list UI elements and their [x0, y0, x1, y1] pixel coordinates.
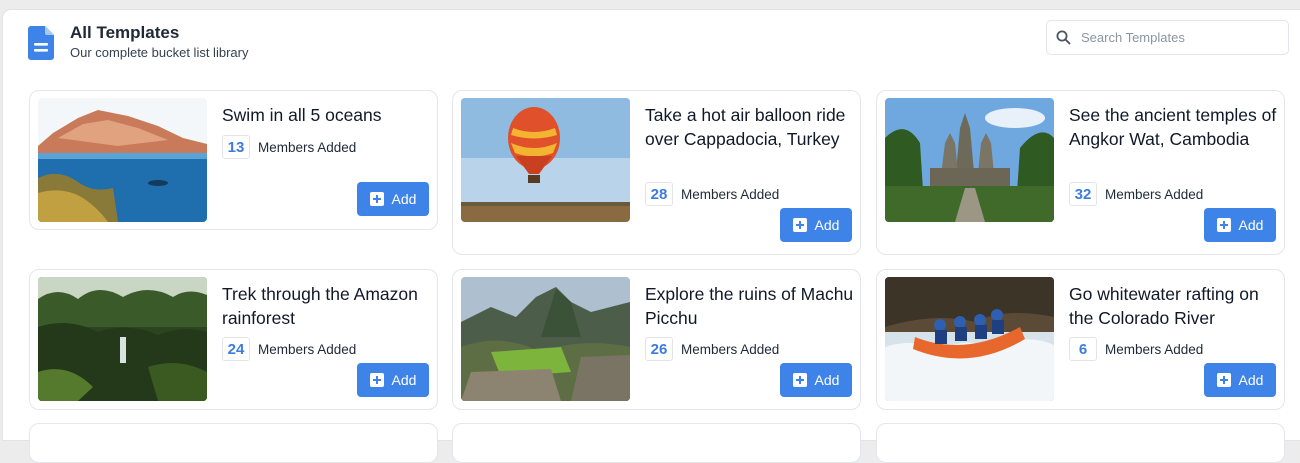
add-button[interactable]: Add — [357, 363, 429, 397]
template-card: Swim in all 5 oceans 13 Members Added Ad… — [29, 90, 438, 230]
add-button[interactable]: Add — [1204, 363, 1276, 397]
members-label: Members Added — [681, 186, 780, 202]
add-button[interactable]: Add — [780, 363, 852, 397]
add-button-label: Add — [814, 372, 840, 388]
search-box[interactable] — [1046, 20, 1289, 55]
member-count-badge: 6 — [1069, 337, 1097, 361]
member-count-badge: 24 — [222, 337, 250, 361]
add-button-label: Add — [1238, 217, 1264, 233]
member-count-badge: 13 — [222, 135, 250, 159]
members-info: 28 Members Added — [645, 182, 779, 206]
template-card-partial — [876, 423, 1285, 463]
members-info: 32 Members Added — [1069, 182, 1203, 206]
plus-icon — [792, 218, 807, 232]
plus-icon — [792, 373, 807, 387]
template-title: Go whitewater rafting on the Colorado Ri… — [1069, 284, 1259, 328]
add-button[interactable]: Add — [780, 208, 852, 242]
add-button[interactable]: Add — [1204, 208, 1276, 242]
ocean-photo — [38, 98, 207, 222]
template-title: Take a hot air balloon ride over Cappado… — [645, 105, 846, 149]
members-label: Members Added — [258, 341, 357, 357]
rainforest-photo — [38, 277, 207, 401]
members-info: 26 Members Added — [645, 337, 779, 361]
plus-icon — [1216, 373, 1231, 387]
template-card-partial — [452, 423, 861, 463]
template-card: Take a hot air balloon ride over Cappado… — [452, 90, 861, 255]
plus-icon — [369, 192, 384, 206]
add-button-label: Add — [391, 191, 417, 207]
add-button-label: Add — [1238, 372, 1264, 388]
template-card: Go whitewater rafting on the Colorado Ri… — [876, 269, 1285, 410]
rafting-photo — [885, 277, 1054, 401]
member-count-badge: 28 — [645, 182, 673, 206]
machu-picchu-photo — [461, 277, 630, 401]
add-button-label: Add — [391, 372, 417, 388]
page-subtitle: Our complete bucket list library — [70, 45, 249, 60]
members-label: Members Added — [1105, 341, 1204, 357]
members-label: Members Added — [258, 139, 357, 155]
template-card: Explore the ruins of Machu Picchu 26 Mem… — [452, 269, 861, 410]
template-title: Explore the ruins of Machu Picchu — [645, 284, 854, 328]
template-title: See the ancient temples of Angkor Wat, C… — [1069, 105, 1277, 149]
add-button-label: Add — [814, 217, 840, 233]
template-card-partial — [29, 423, 438, 463]
plus-icon — [1216, 218, 1231, 232]
members-info: 6 Members Added — [1069, 337, 1203, 361]
member-count-badge: 26 — [645, 337, 673, 361]
members-info: 13 Members Added — [222, 135, 356, 159]
document-icon — [28, 26, 54, 60]
temple-photo — [885, 98, 1054, 222]
template-title: Swim in all 5 oceans — [222, 105, 382, 125]
search-input[interactable] — [1079, 29, 1283, 46]
page-header: All Templates Our complete bucket list l… — [28, 23, 248, 60]
members-label: Members Added — [681, 341, 780, 357]
add-button[interactable]: Add — [357, 182, 429, 216]
plus-icon — [369, 373, 384, 387]
page-title: All Templates — [70, 23, 180, 42]
template-card: Trek through the Amazon rainforest 24 Me… — [29, 269, 438, 410]
search-icon — [1056, 30, 1071, 45]
template-card: See the ancient temples of Angkor Wat, C… — [876, 90, 1285, 255]
template-title: Trek through the Amazon rainforest — [222, 284, 418, 328]
balloon-photo — [461, 98, 630, 222]
members-info: 24 Members Added — [222, 337, 356, 361]
member-count-badge: 32 — [1069, 182, 1097, 206]
members-label: Members Added — [1105, 186, 1204, 202]
